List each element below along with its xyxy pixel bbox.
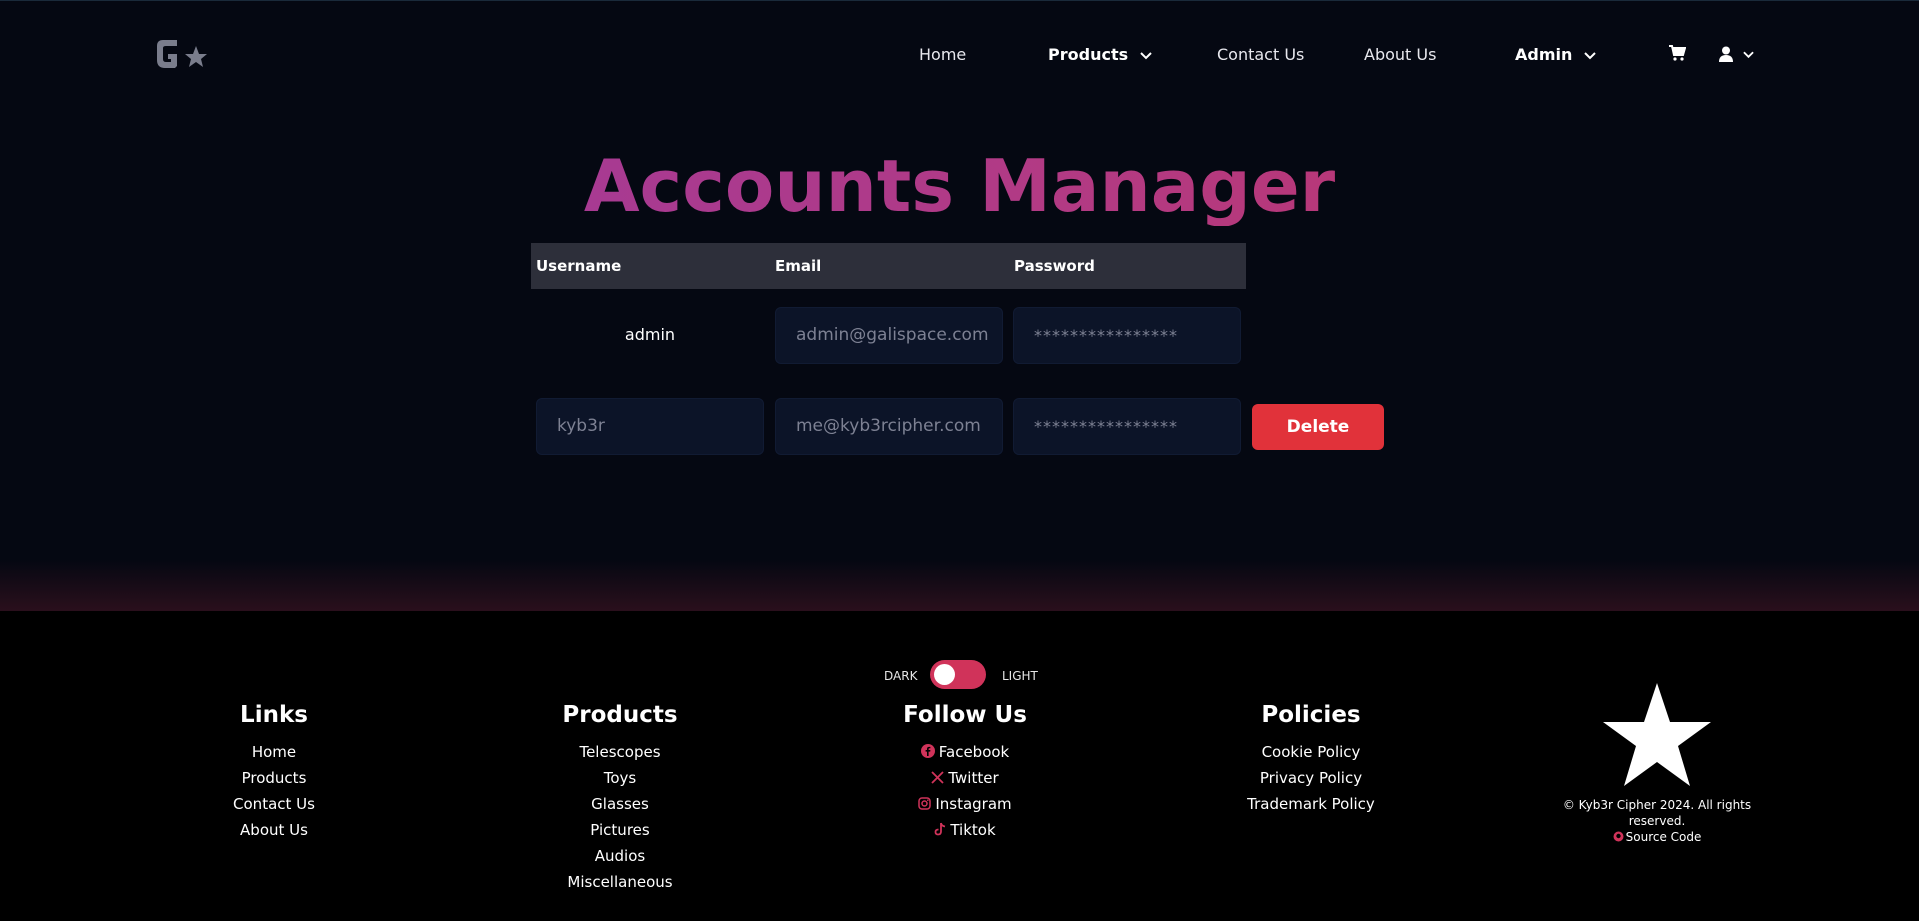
footer-follow-column: Follow Us Facebook Twitter Instagram Tik…: [845, 701, 1085, 843]
username-field[interactable]: kyb3r: [536, 398, 764, 455]
footer-products-column: Products Telescopes Toys Glasses Picture…: [500, 701, 740, 895]
username-cell: admin: [624, 325, 676, 344]
footer-brand: © Kyb3r Cipher 2024. All rights reserved…: [1537, 681, 1777, 845]
footer-product-miscellaneous[interactable]: Miscellaneous: [500, 869, 740, 895]
user-menu[interactable]: [1718, 46, 1754, 66]
theme-dark-label: DARK: [884, 669, 918, 683]
footer-product-glasses[interactable]: Glasses: [500, 791, 740, 817]
github-icon: [1613, 831, 1624, 841]
footer-product-pictures[interactable]: Pictures: [500, 817, 740, 843]
theme-toggle[interactable]: [930, 660, 986, 689]
instagram-label: Instagram: [935, 795, 1012, 813]
nav-products[interactable]: Products: [1048, 44, 1152, 66]
user-icon: [1719, 46, 1733, 62]
page-title: Accounts Manager: [0, 146, 1919, 226]
accounts-table-header: Username Email Password: [531, 243, 1246, 289]
footer-trademark-policy[interactable]: Trademark Policy: [1191, 791, 1431, 817]
footer-policies-title: Policies: [1261, 702, 1361, 728]
logo-icon[interactable]: [155, 36, 211, 74]
footer-cookie-policy[interactable]: Cookie Policy: [1191, 739, 1431, 765]
navbar: Home Products Contact Us About Us Admin: [0, 0, 1919, 110]
toggle-knob: [934, 664, 955, 685]
copyright-text: © Kyb3r Cipher 2024. All rights reserved…: [1562, 798, 1752, 828]
instagram-icon: [918, 796, 932, 810]
email-field[interactable]: me@kyb3rcipher.com: [775, 398, 1003, 455]
password-field[interactable]: ****************: [1013, 307, 1241, 364]
footer-link-contact[interactable]: Contact Us: [154, 791, 394, 817]
nav-contact[interactable]: Contact Us: [1217, 44, 1304, 66]
footer: DARK LIGHT Links Home Products Contact U…: [0, 611, 1919, 921]
facebook-label: Facebook: [938, 743, 1010, 761]
footer-instagram-link[interactable]: Instagram: [845, 791, 1085, 817]
chevron-down-icon: [1584, 51, 1596, 59]
delete-button[interactable]: Delete: [1252, 404, 1384, 450]
column-email: Email: [775, 257, 822, 275]
footer-product-audios[interactable]: Audios: [500, 843, 740, 869]
star-logo-icon: [1603, 683, 1711, 786]
nav-admin-label: Admin: [1515, 45, 1573, 64]
nav-home[interactable]: Home: [919, 44, 966, 66]
nav-admin[interactable]: Admin: [1515, 44, 1596, 66]
nav-about[interactable]: About Us: [1364, 44, 1436, 66]
column-password: Password: [1014, 257, 1095, 275]
footer-policies-column: Policies Cookie Policy Privacy Policy Tr…: [1191, 701, 1431, 817]
footer-product-toys[interactable]: Toys: [500, 765, 740, 791]
footer-facebook-link[interactable]: Facebook: [845, 739, 1085, 765]
footer-glow: [0, 560, 1919, 611]
footer-product-telescopes[interactable]: Telescopes: [500, 739, 740, 765]
footer-twitter-link[interactable]: Twitter: [845, 765, 1085, 791]
footer-link-about[interactable]: About Us: [154, 817, 394, 843]
nav-products-label: Products: [1048, 45, 1129, 64]
facebook-icon: [920, 744, 935, 758]
tiktok-icon: [934, 822, 946, 836]
footer-tiktok-link[interactable]: Tiktok: [845, 817, 1085, 843]
column-username: Username: [536, 257, 622, 275]
source-code-link[interactable]: Source Code: [1537, 829, 1777, 845]
footer-products-title: Products: [562, 702, 678, 728]
chevron-down-icon: [1743, 51, 1754, 58]
footer-links-title: Links: [240, 702, 308, 728]
footer-links-column: Links Home Products Contact Us About Us: [154, 701, 394, 843]
password-field[interactable]: ****************: [1013, 398, 1241, 455]
footer-privacy-policy[interactable]: Privacy Policy: [1191, 765, 1431, 791]
cart-icon[interactable]: [1668, 45, 1686, 61]
chevron-down-icon: [1139, 51, 1152, 59]
email-field[interactable]: admin@galispace.com: [775, 307, 1003, 364]
theme-light-label: LIGHT: [1002, 669, 1038, 683]
footer-link-home[interactable]: Home: [154, 739, 394, 765]
twitter-label: Twitter: [948, 769, 999, 787]
tiktok-label: Tiktok: [950, 821, 996, 839]
footer-link-products[interactable]: Products: [154, 765, 394, 791]
footer-follow-title: Follow Us: [903, 702, 1027, 728]
x-twitter-icon: [931, 770, 944, 784]
source-code-label: Source Code: [1625, 830, 1702, 844]
